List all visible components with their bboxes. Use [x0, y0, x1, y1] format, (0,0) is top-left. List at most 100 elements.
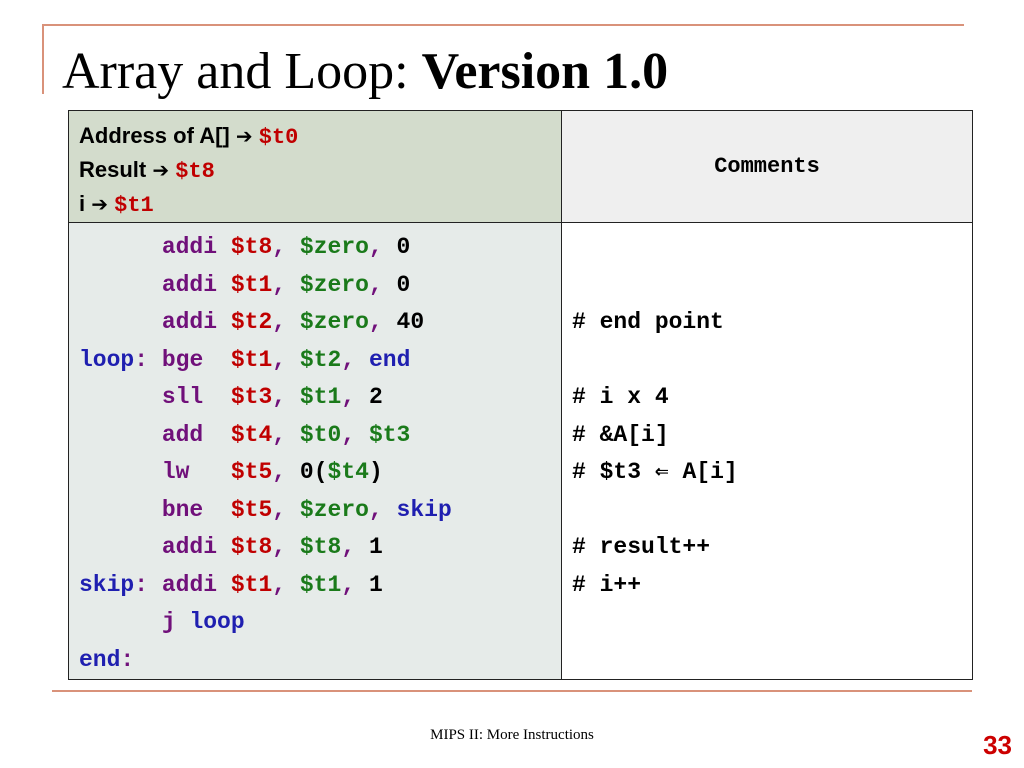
operand: $t1 [299, 571, 342, 598]
operand: 0 [396, 271, 411, 298]
comma: , [272, 384, 287, 410]
comma: , [272, 421, 287, 448]
register-mapping-cell: Address of A[] ➔ $t0 Result ➔ $t8 i ➔ $t… [68, 110, 562, 223]
code-label: loop [79, 346, 135, 373]
comment-line: # end point [572, 309, 724, 335]
code-line: bne $t5, $zero, skip [79, 492, 561, 530]
comma: , [368, 496, 383, 523]
comma: , [272, 571, 287, 598]
code-cell: addi $t8, $zero, 0 addi $t1, $zero, 0 ad… [68, 222, 562, 680]
opcode: addi [161, 271, 218, 298]
operand: 2 [368, 384, 383, 410]
operand: $t8 [230, 534, 273, 560]
opcode: j [161, 609, 176, 635]
comma: , [272, 234, 287, 260]
code-lines: addi $t8, $zero, 0 addi $t1, $zero, 0 ad… [79, 229, 561, 679]
code-line: add $t4, $t0, $t3 [79, 417, 561, 455]
code-label: end [79, 646, 121, 673]
comment-line [572, 342, 972, 380]
title-top-rule [42, 24, 964, 26]
right-arrow-icon: ➔ [152, 158, 170, 182]
operand: $t1 [230, 571, 273, 598]
comments-header: Comments [561, 110, 973, 223]
comma: , [368, 234, 383, 260]
comment-line [572, 642, 972, 680]
opcode: bge [161, 346, 204, 373]
opcode: add [161, 421, 204, 448]
code-line: loop: bge $t1, $t2, end [79, 342, 561, 380]
comma: , [341, 534, 356, 560]
title-bold-text: Version 1.0 [421, 43, 669, 100]
slide-title: Array and Loop: Version 1.0 [62, 40, 668, 104]
operand: $t5 [230, 496, 273, 523]
comma: , [272, 459, 287, 485]
operand: $t1 [230, 271, 273, 298]
code-line: addi $t1, $zero, 0 [79, 267, 561, 305]
operand: $t5 [230, 459, 273, 485]
right-arrow-icon: ➔ [91, 192, 108, 216]
code-line: lw $t5, 0($t4) [79, 454, 561, 492]
code-table: Address of A[] ➔ $t0 Result ➔ $t8 i ➔ $t… [68, 110, 973, 680]
comma: , [272, 309, 287, 335]
operand: $zero [299, 496, 369, 523]
comma: , [272, 271, 287, 298]
operand: $t2 [299, 346, 342, 373]
operand: $t8 [299, 534, 342, 560]
comment-line: # i x 4 [572, 384, 669, 410]
label-colon: : [120, 646, 135, 673]
comma: , [368, 271, 383, 298]
operand: $t4 [327, 459, 369, 485]
operand: $zero [299, 234, 369, 260]
operand: $t3 [230, 384, 273, 410]
comment-lines: # end point # i x 4 # &A[i] # $t3 ⇐ A[i] # r… [572, 229, 972, 679]
code-line: addi $t2, $zero, 40 [79, 304, 561, 342]
operand: end [368, 346, 411, 373]
comments-cell: # end point # i x 4 # &A[i] # $t3 ⇐ A[i] # r… [561, 222, 973, 680]
opcode: sll [161, 384, 204, 410]
comment-line: # $t3 ⇐ A[i] [572, 459, 738, 485]
operand: skip [396, 496, 452, 523]
title-normal-text: Array and Loop: [62, 43, 422, 100]
operand: $zero [299, 271, 369, 298]
mapping-index: i ➔ $t1 [79, 191, 154, 218]
operand: loop [189, 609, 245, 635]
operand: 40 [396, 309, 425, 335]
code-line: sll $t3, $t1, 2 [79, 379, 561, 417]
comment-line [572, 492, 972, 530]
operand: $t1 [230, 346, 273, 373]
operand: $t4 [230, 421, 273, 448]
opcode: addi [161, 234, 218, 260]
mapping-result: Result ➔ $t8 [79, 157, 215, 184]
page-number: 33 [983, 730, 1012, 760]
comma: , [341, 571, 356, 598]
footer-text: MIPS II: More Instructions [430, 727, 594, 743]
opcode: lw [161, 459, 190, 485]
comment-line: # result++ [572, 534, 711, 560]
code-line: addi $t8, $zero, 0 [79, 229, 561, 267]
footer-rule [52, 690, 972, 692]
comma: , [341, 346, 356, 373]
comment-line [572, 267, 972, 305]
code-line: j loop [79, 604, 561, 642]
operand: $t1 [299, 384, 342, 410]
operand: 1 [368, 571, 383, 598]
right-arrow-icon: ➔ [235, 124, 253, 148]
opcode: addi [161, 571, 218, 598]
operand: ) [368, 459, 383, 485]
code-label: skip [79, 571, 135, 598]
label-colon: : [134, 571, 149, 598]
opcode: addi [161, 309, 218, 335]
comment-line [572, 229, 972, 267]
code-line: end: [79, 642, 561, 680]
operand: 1 [368, 534, 383, 560]
code-line: addi $t8, $t8, 1 [79, 529, 561, 567]
operand: $zero [299, 309, 369, 335]
operand: $t3 [368, 421, 411, 448]
comma: , [272, 534, 287, 560]
comma: , [368, 309, 383, 335]
label-colon: : [134, 346, 149, 373]
operand: $t0 [299, 421, 342, 448]
operand: 0( [299, 459, 328, 485]
opcode: addi [161, 534, 218, 560]
comma: , [272, 346, 287, 373]
